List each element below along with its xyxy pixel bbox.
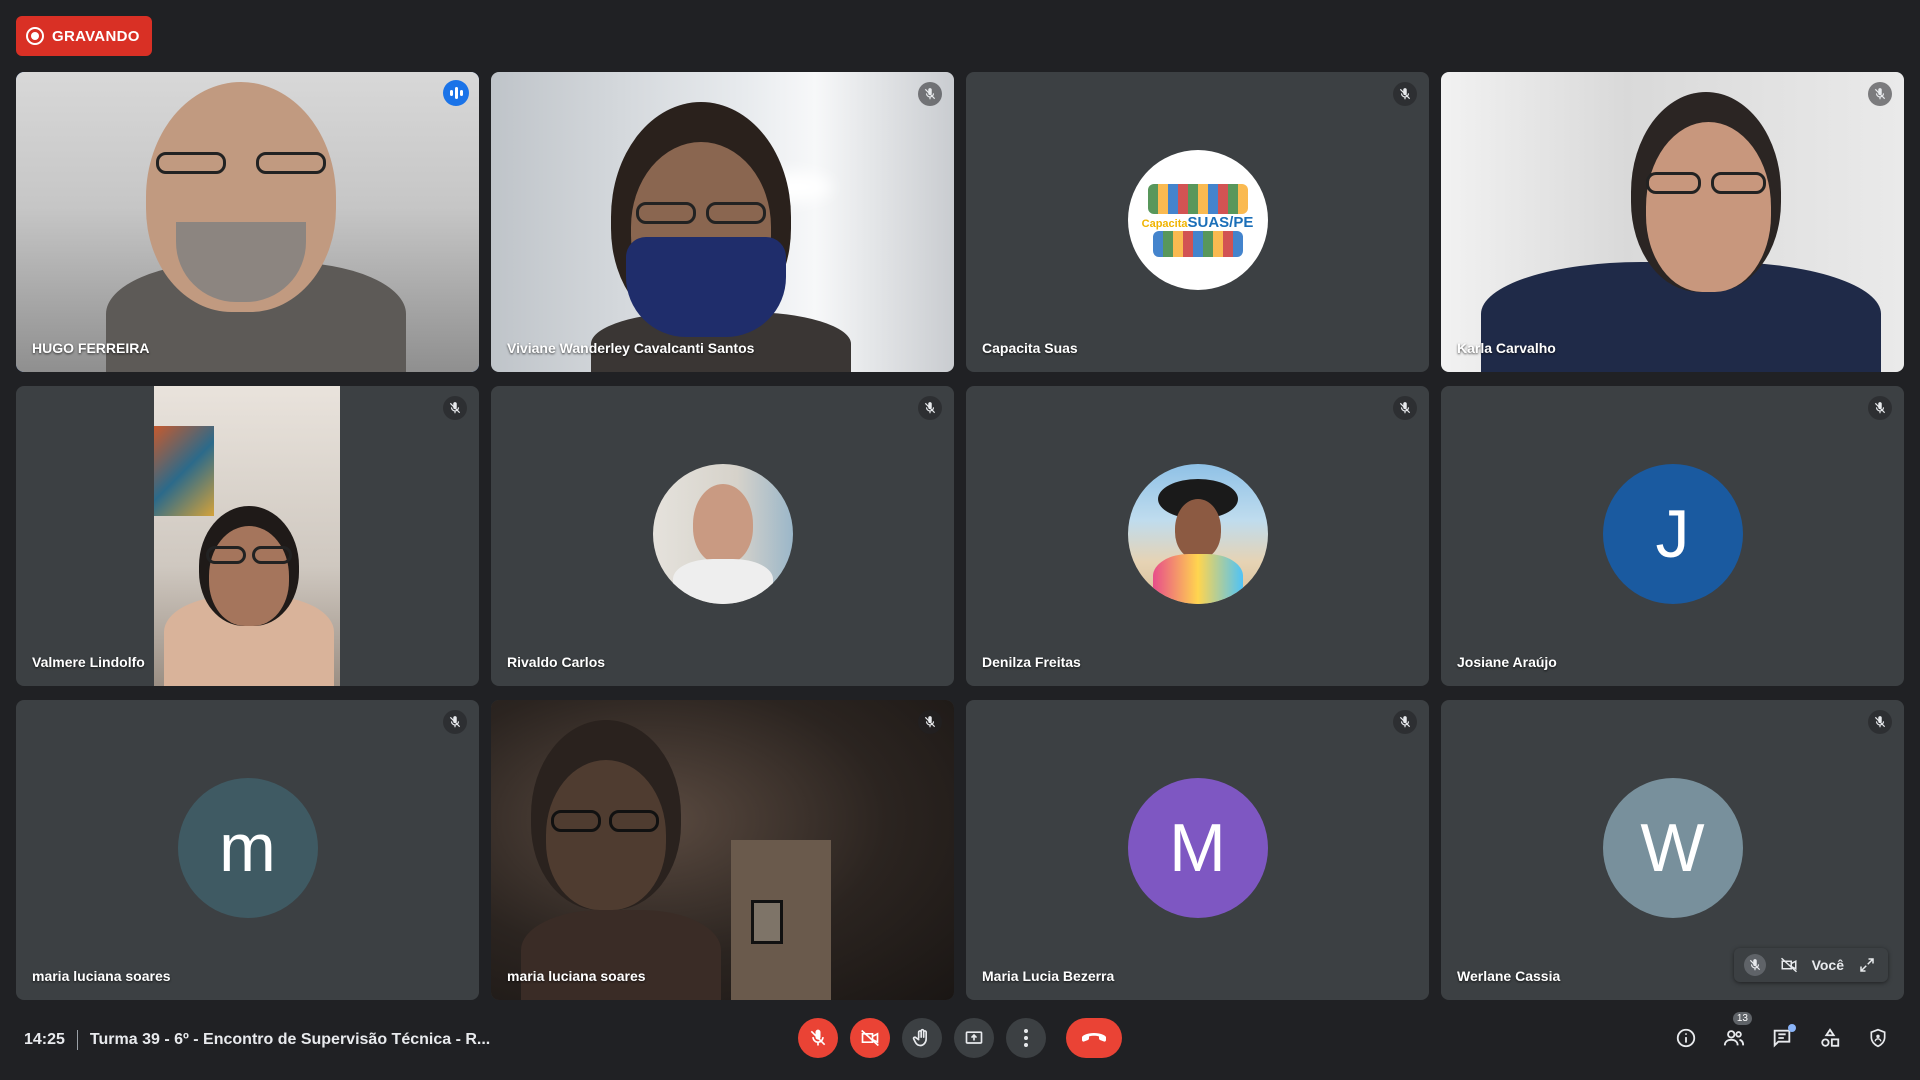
clock: 14:25: [24, 1031, 65, 1048]
participant-tile[interactable]: m maria luciana soares: [16, 700, 479, 1000]
mic-off-icon: [1868, 710, 1892, 734]
meeting-info: 14:25 Turma 39 - 6º - Encontro de Superv…: [24, 1030, 490, 1050]
profile-photo: [1127, 464, 1268, 604]
participant-tile[interactable]: Denilza Freitas: [966, 386, 1429, 686]
raise-hand-icon: [912, 1028, 927, 1047]
expand-icon[interactable]: [1856, 954, 1878, 976]
recording-badge[interactable]: GRAVANDO: [16, 16, 152, 56]
end-call-icon: [1082, 1033, 1106, 1042]
participant-tile[interactable]: Viviane Wanderley Cavalcanti Santos: [491, 72, 954, 372]
self-view-label: Você: [1811, 957, 1844, 973]
participant-name: maria luciana soares: [32, 968, 171, 984]
side-tools: 13: [1668, 1012, 1896, 1056]
more-options-icon: [1024, 1029, 1028, 1047]
mic-off-icon: [1393, 82, 1417, 106]
participant-name: Capacita Suas: [982, 340, 1078, 356]
meeting-title[interactable]: Turma 39 - 6º - Encontro de Supervisão T…: [90, 1031, 490, 1049]
logo-text-b: SUAS/PE: [1187, 213, 1254, 231]
participant-name: Valmere Lindolfo: [32, 654, 145, 670]
mic-off-icon: [1868, 396, 1892, 420]
self-view-pip[interactable]: Você: [1733, 948, 1888, 982]
initial-avatar: J: [1602, 464, 1743, 604]
chat-button[interactable]: [1764, 1020, 1800, 1056]
present-screen-icon: [965, 1031, 983, 1044]
mic-off-icon: [443, 710, 467, 734]
video-feed: [491, 72, 954, 372]
mic-off-icon: [810, 1029, 826, 1046]
mic-off-icon: [1743, 954, 1766, 976]
participant-tile[interactable]: M Maria Lucia Bezerra: [966, 700, 1429, 1000]
participant-tile[interactable]: HUGO FERREIRA: [16, 72, 479, 372]
participant-tile[interactable]: J Josiane Araújo: [1441, 386, 1904, 686]
participant-tile[interactable]: CapacitaSUAS/PE Capacita Suas: [966, 72, 1429, 372]
participant-name: Karla Carvalho: [1457, 340, 1556, 356]
profile-photo: [652, 464, 793, 604]
mic-off-icon: [1393, 396, 1417, 420]
host-controls-button[interactable]: [1860, 1020, 1896, 1056]
divider: [76, 1030, 78, 1050]
participant-name: Josiane Araújo: [1457, 654, 1557, 670]
people-button[interactable]: 13: [1716, 1012, 1752, 1056]
video-feed: [154, 386, 340, 686]
bottom-bar: 14:25 Turma 39 - 6º - Encontro de Superv…: [0, 1000, 1920, 1080]
mic-off-icon: [918, 82, 942, 106]
end-call-button[interactable]: [1066, 1018, 1122, 1058]
initial-avatar: W: [1602, 778, 1743, 918]
info-icon: [1676, 1028, 1696, 1048]
participant-name: HUGO FERREIRA: [32, 340, 150, 356]
record-icon: [26, 27, 44, 45]
toggle-camera-button[interactable]: [850, 1018, 890, 1058]
participant-tile[interactable]: maria luciana soares: [491, 700, 954, 1000]
mic-off-icon: [443, 396, 467, 420]
participant-tile[interactable]: Valmere Lindolfo: [16, 386, 479, 686]
initial-avatar: M: [1127, 778, 1268, 918]
camera-off-icon: [1778, 954, 1800, 976]
raise-hand-button[interactable]: [902, 1018, 942, 1058]
participant-tile[interactable]: W Werlane Cassia Você: [1441, 700, 1904, 1000]
participant-tile[interactable]: Karla Carvalho: [1441, 72, 1904, 372]
recording-label: GRAVANDO: [52, 27, 140, 45]
participant-tile[interactable]: Rivaldo Carlos: [491, 386, 954, 686]
people-icon: [1723, 1030, 1745, 1046]
logo-text-a: Capacita: [1141, 217, 1188, 230]
host-controls-icon: [1870, 1028, 1886, 1048]
avatar-initial: W: [1640, 810, 1705, 886]
avatar-initial: M: [1169, 810, 1226, 886]
mic-off-icon: [918, 396, 942, 420]
participant-count-badge: 13: [1732, 1012, 1752, 1025]
avatar-initial: m: [219, 810, 276, 886]
mic-off-icon: [918, 710, 942, 734]
participant-name: Werlane Cassia: [1457, 968, 1561, 984]
call-controls: [798, 1018, 1122, 1058]
unread-dot: [1788, 1024, 1796, 1032]
meeting-details-button[interactable]: [1668, 1020, 1704, 1056]
video-feed: [16, 72, 479, 372]
participant-name: maria luciana soares: [507, 968, 646, 984]
activities-button[interactable]: [1812, 1020, 1848, 1056]
present-screen-button[interactable]: [954, 1018, 994, 1058]
video-feed: [491, 700, 954, 1000]
video-feed: [1441, 72, 1904, 372]
participant-grid: HUGO FERREIRA Viviane Wanderley Cavalcan…: [16, 72, 1904, 1000]
participant-name: Rivaldo Carlos: [507, 654, 606, 670]
participant-name: Viviane Wanderley Cavalcanti Santos: [507, 340, 755, 356]
toggle-mic-button[interactable]: [798, 1018, 838, 1058]
mic-off-icon: [1393, 710, 1417, 734]
avatar-initial: J: [1655, 496, 1690, 572]
capacita-suas-logo: CapacitaSUAS/PE: [1127, 150, 1268, 290]
camera-off-icon: [861, 1029, 879, 1047]
activities-icon: [1821, 1028, 1840, 1047]
initial-avatar: m: [177, 778, 318, 918]
participant-name: Maria Lucia Bezerra: [982, 968, 1115, 984]
speaking-indicator-icon: [443, 80, 469, 106]
mic-off-icon: [1868, 82, 1892, 106]
more-options-button[interactable]: [1006, 1018, 1046, 1058]
participant-name: Denilza Freitas: [982, 654, 1081, 670]
